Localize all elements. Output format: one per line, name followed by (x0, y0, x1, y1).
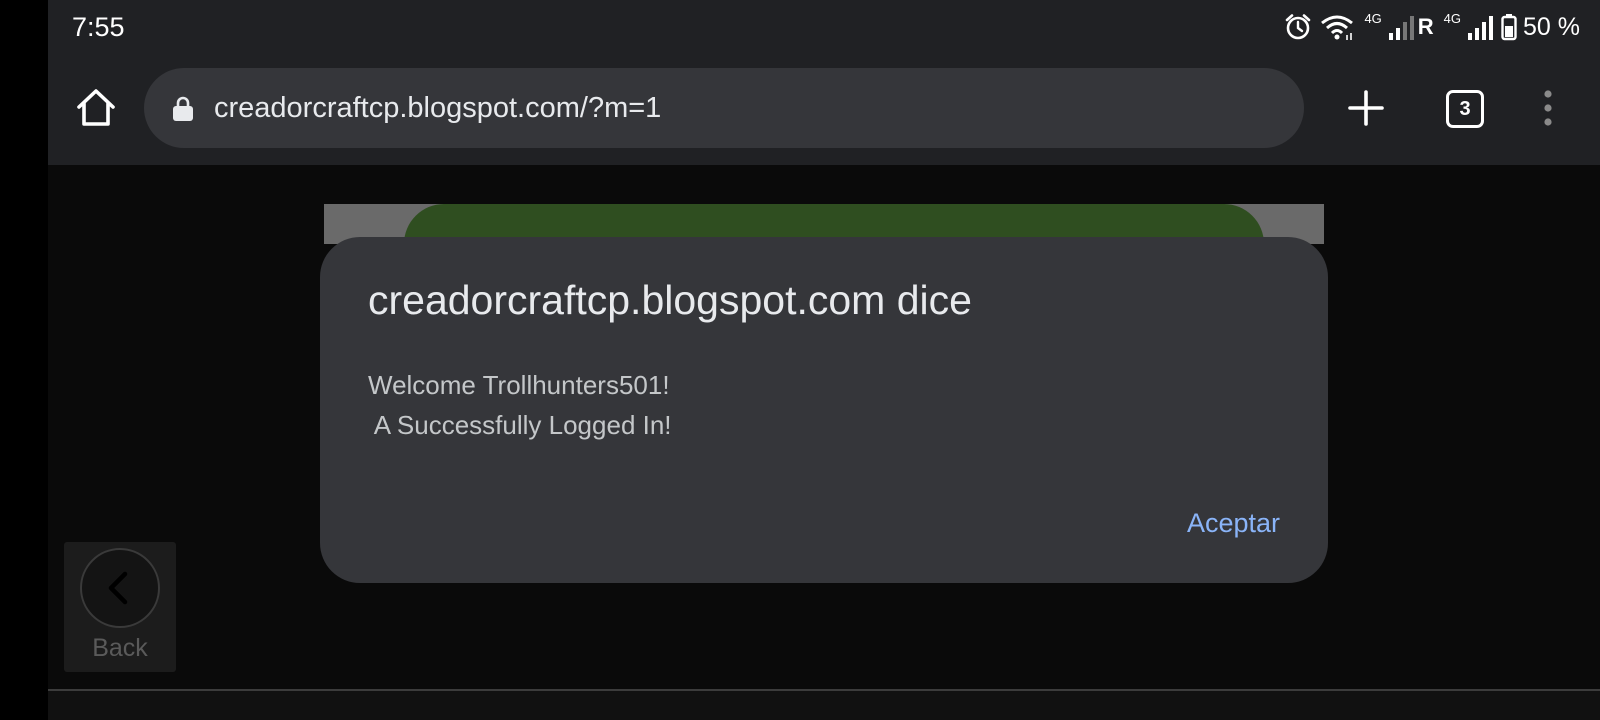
lock-icon (173, 96, 193, 121)
wifi-icon (1320, 13, 1354, 41)
network-type-label: 4G (1364, 11, 1382, 26)
new-tab-button[interactable] (1344, 86, 1388, 130)
tab-switcher-button[interactable]: 3 (1446, 90, 1484, 128)
dialog-message: Welcome Trollhunters501! A Successfully … (368, 365, 672, 445)
network-type-label-2: 4G (1443, 11, 1462, 26)
accept-button[interactable]: Aceptar (1187, 505, 1280, 541)
back-button[interactable]: Back (64, 542, 176, 672)
back-label: Back (92, 634, 148, 662)
back-circle (80, 548, 160, 628)
alarm-icon (1284, 13, 1312, 41)
battery-percent: 50 % (1523, 12, 1580, 41)
status-icons: 4G R 4G 50 % (1276, 10, 1580, 44)
url-text[interactable]: creadorcraftcp.blogspot.com/?m=1 (214, 88, 661, 128)
address-bar[interactable]: creadorcraftcp.blogspot.com/?m=1 (144, 68, 1304, 148)
roaming-icon: R (1417, 14, 1434, 39)
bottom-bar (48, 691, 1600, 720)
more-vert-button[interactable] (1538, 86, 1558, 130)
signal-4g-icon-2 (1467, 13, 1494, 41)
status-bar: 7:55 4G R 4G 50 % (48, 0, 1600, 54)
screen: 7:55 4G R 4G 50 % creadorcraftcp.blogspo… (0, 0, 1600, 720)
chevron-left-icon (108, 571, 128, 605)
home-button[interactable] (74, 86, 118, 130)
plus-icon (1348, 90, 1384, 126)
dialog-title: creadorcraftcp.blogspot.com dice (368, 277, 972, 323)
dialog-message-line-1: Welcome Trollhunters501! (368, 370, 670, 400)
signal-4g-icon (1388, 13, 1414, 41)
status-time: 7:55 (72, 12, 125, 42)
home-icon (77, 89, 115, 126)
dialog-message-line-2: A Successfully Logged In! (368, 410, 672, 440)
battery-icon (1501, 13, 1517, 41)
browser-toolbar: creadorcraftcp.blogspot.com/?m=1 3 (48, 60, 1600, 158)
left-edge (0, 0, 48, 720)
more-vert-icon (1544, 90, 1552, 126)
alert-dialog: creadorcraftcp.blogspot.com dice Welcome… (320, 237, 1328, 583)
